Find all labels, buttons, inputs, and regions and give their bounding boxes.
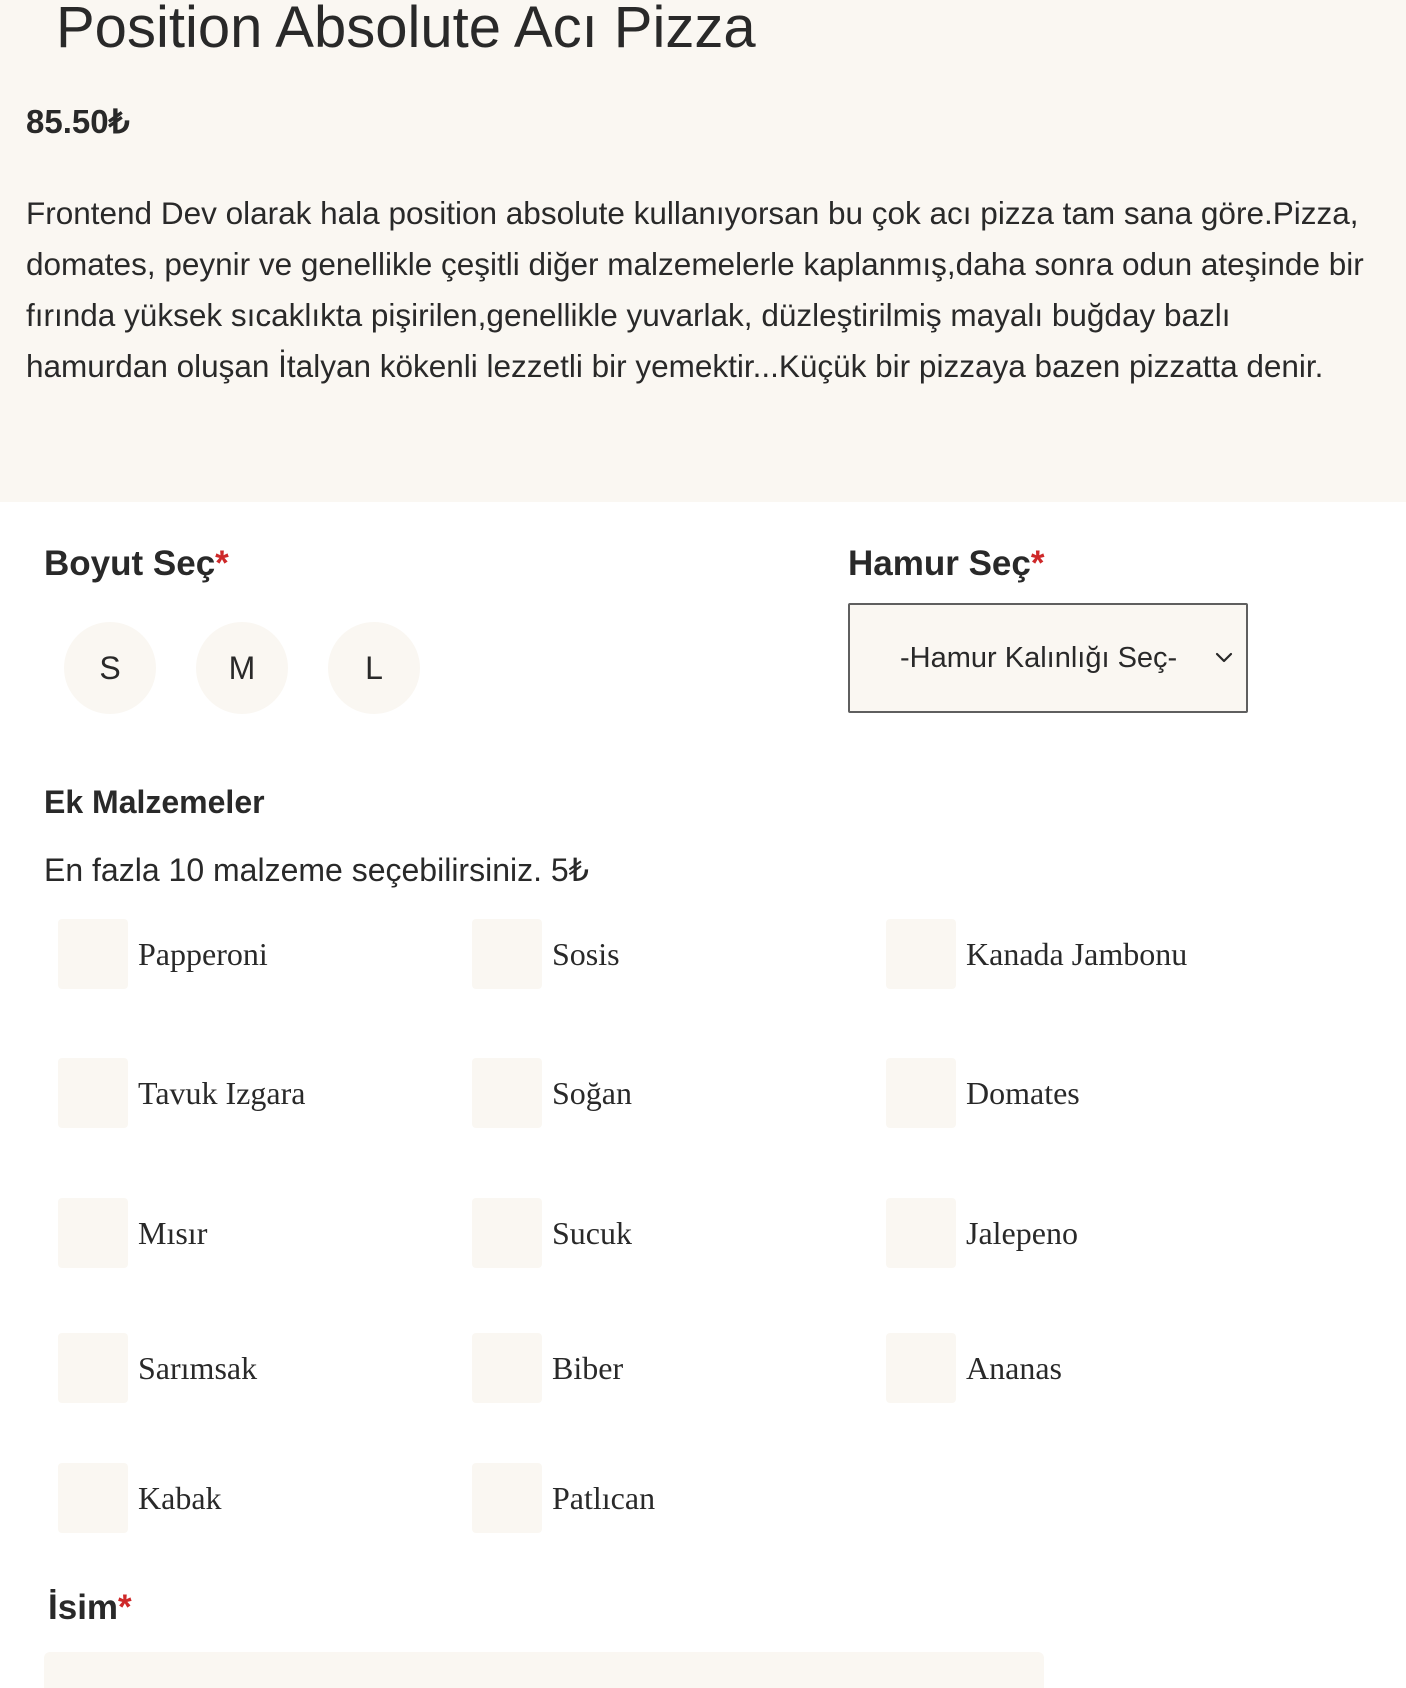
topping-label: Sarımsak: [138, 1349, 258, 1386]
product-price: 85.50₺: [26, 103, 130, 140]
required-mark: *: [118, 1588, 132, 1627]
topping-label: Domates: [966, 1074, 1080, 1111]
topping-misir[interactable]: Mısır: [58, 1197, 207, 1269]
size-option-m[interactable]: M: [196, 622, 288, 714]
dough-label-text: Hamur Seç: [848, 544, 1031, 583]
topping-kabak[interactable]: Kabak: [58, 1462, 222, 1534]
extras-heading: Ek Malzemeler: [44, 784, 265, 820]
checkbox[interactable]: [58, 1463, 128, 1533]
topping-kanada-jambonu[interactable]: Kanada Jambonu: [886, 918, 1187, 990]
checkbox[interactable]: [58, 1058, 128, 1128]
topping-label: Kabak: [138, 1479, 222, 1516]
topping-sucuk[interactable]: Sucuk: [472, 1197, 632, 1269]
topping-label: Patlıcan: [552, 1479, 656, 1516]
checkbox[interactable]: [886, 919, 956, 989]
checkbox[interactable]: [886, 1058, 956, 1128]
topping-label: Tavuk Izgara: [138, 1074, 306, 1111]
checkbox[interactable]: [58, 1198, 128, 1268]
topping-label: Papperoni: [138, 935, 268, 972]
name-label: İsim*: [48, 1586, 132, 1630]
topping-sosis[interactable]: Sosis: [472, 918, 620, 990]
topping-sarimsak[interactable]: Sarımsak: [58, 1332, 257, 1404]
size-option-label: S: [99, 649, 121, 686]
topping-jalepeno[interactable]: Jalepeno: [886, 1197, 1078, 1269]
topping-label: Ananas: [966, 1349, 1062, 1386]
topping-biber[interactable]: Biber: [472, 1332, 623, 1404]
dough-select[interactable]: -Hamur Kalınlığı Seç-: [848, 603, 1248, 713]
checkbox[interactable]: [472, 1058, 542, 1128]
required-mark: *: [1030, 544, 1045, 583]
checkbox[interactable]: [472, 1198, 542, 1268]
topping-domates[interactable]: Domates: [886, 1057, 1080, 1129]
topping-sogan[interactable]: Soğan: [472, 1057, 632, 1129]
dough-select-value: -Hamur Kalınlığı Seç-: [900, 641, 1178, 674]
checkbox[interactable]: [886, 1333, 956, 1403]
extras-note: En fazla 10 malzeme seçebilirsiniz. 5₺: [44, 852, 590, 888]
topping-label: Biber: [552, 1349, 624, 1386]
checkbox[interactable]: [472, 919, 542, 989]
chevron-down-icon: [1215, 652, 1233, 663]
checkbox[interactable]: [472, 1463, 542, 1533]
size-label-text: Boyut Seç: [44, 544, 216, 583]
dough-label: Hamur Seç*: [848, 542, 1045, 586]
name-input[interactable]: [44, 1652, 1044, 1688]
size-option-s[interactable]: S: [64, 622, 156, 714]
required-mark: *: [215, 544, 229, 583]
size-option-label: L: [365, 649, 383, 686]
checkbox[interactable]: [886, 1198, 956, 1268]
topping-ananas[interactable]: Ananas: [886, 1332, 1062, 1404]
checkbox[interactable]: [58, 919, 128, 989]
size-option-label: M: [228, 649, 256, 686]
topping-label: Soğan: [552, 1074, 632, 1111]
checkbox[interactable]: [472, 1333, 542, 1403]
topping-label: Mısır: [138, 1214, 208, 1251]
product-description: Frontend Dev olarak hala position absolu…: [26, 195, 1364, 384]
size-label: Boyut Seç*: [44, 542, 229, 586]
topping-papperoni[interactable]: Papperoni: [58, 918, 268, 990]
topping-label: Sucuk: [552, 1214, 632, 1251]
product-title: Position Absolute Acı Pizza: [56, 0, 756, 60]
topping-label: Sosis: [552, 935, 620, 972]
checkbox[interactable]: [58, 1333, 128, 1403]
product-header: Position Absolute Acı Pizza 85.50₺ Front…: [0, 0, 1406, 502]
topping-patlican[interactable]: Patlıcan: [472, 1462, 655, 1534]
topping-label: Jalepeno: [966, 1214, 1078, 1251]
topping-label: Kanada Jambonu: [966, 935, 1188, 972]
size-option-l[interactable]: L: [328, 622, 420, 714]
name-label-text: İsim: [48, 1588, 119, 1627]
topping-tavuk-izgara[interactable]: Tavuk Izgara: [58, 1057, 305, 1129]
